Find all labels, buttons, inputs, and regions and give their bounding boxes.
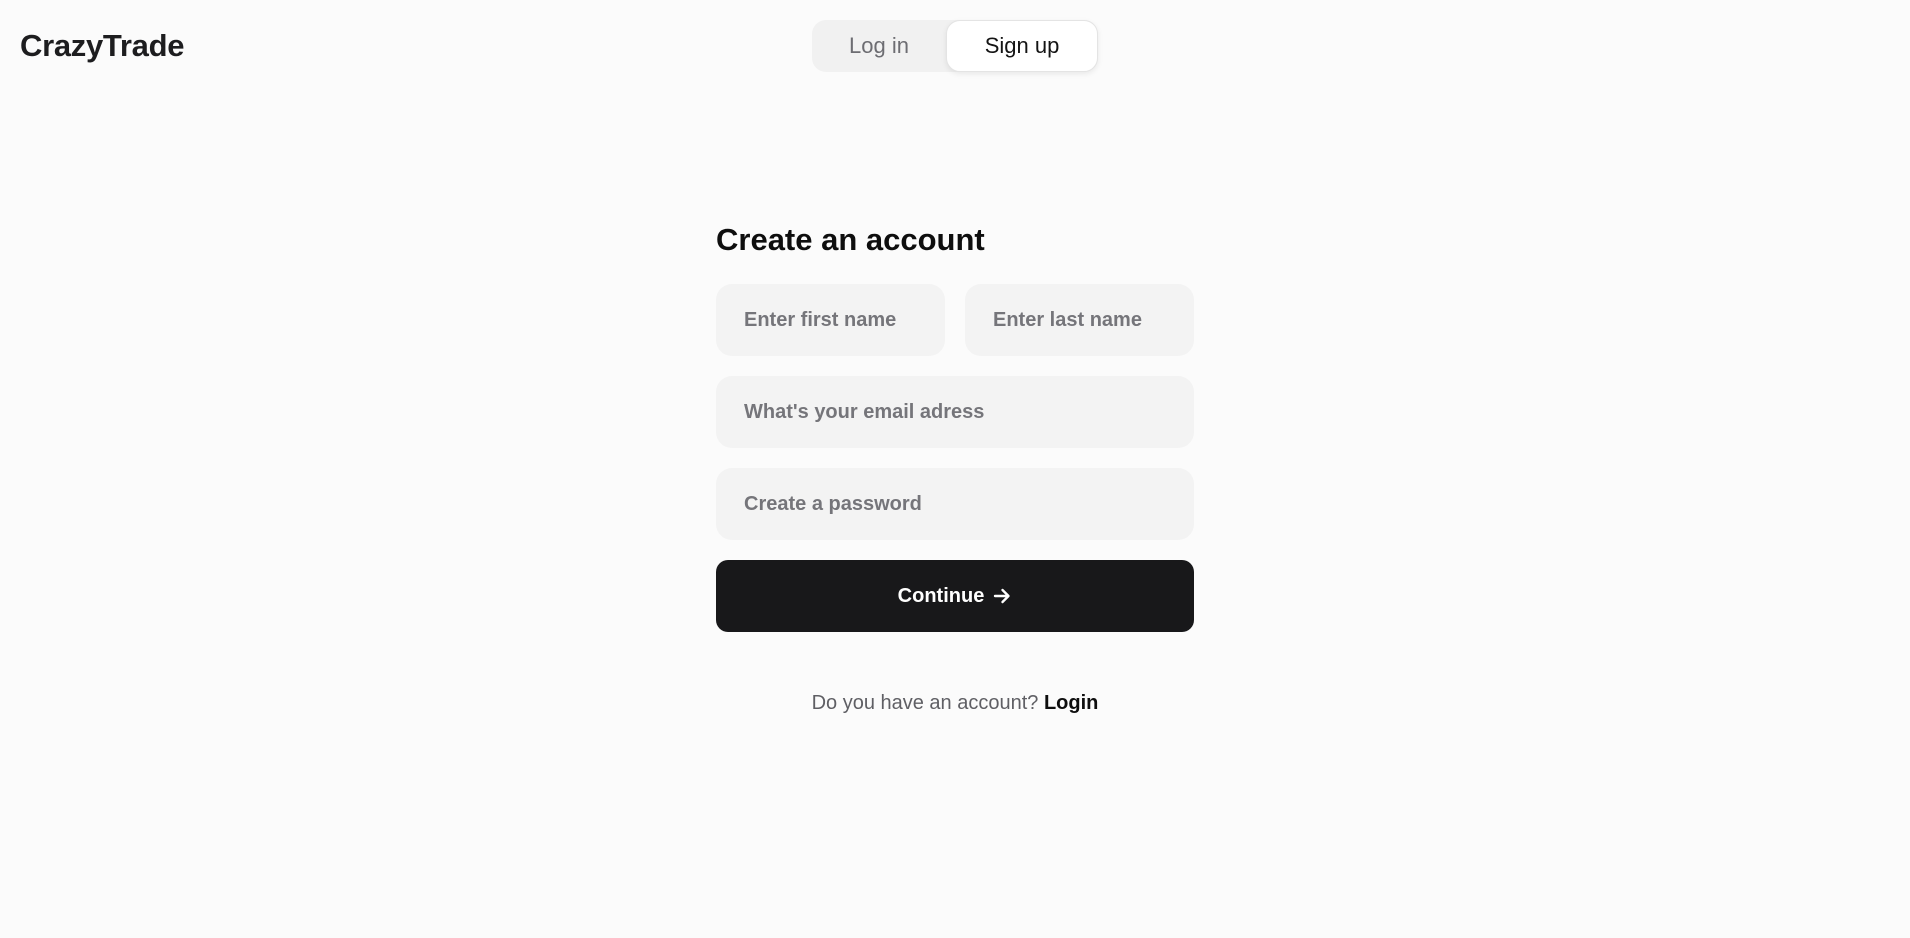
email-field[interactable] [716,376,1194,448]
password-field[interactable] [716,468,1194,540]
tab-sign-up[interactable]: Sign up [946,20,1098,72]
tab-log-in[interactable]: Log in [812,20,946,72]
continue-button[interactable]: Continue [716,560,1194,632]
logo: CrazyTrade [20,28,185,63]
first-name-field[interactable] [716,284,945,356]
last-name-field[interactable] [965,284,1194,356]
login-prompt-text: Do you have an account? [811,692,1039,714]
continue-label: Continue [897,584,985,607]
login-link[interactable]: Login [1044,692,1098,714]
signup-page: CrazyTrade Log in Sign up Create an acco… [0,0,1910,938]
arrow-right-icon [992,586,1012,606]
page-title: Create an account [716,222,985,257]
auth-toggle: Log in Sign up [812,20,1098,72]
login-prompt: Do you have an account? Login [0,692,1910,715]
